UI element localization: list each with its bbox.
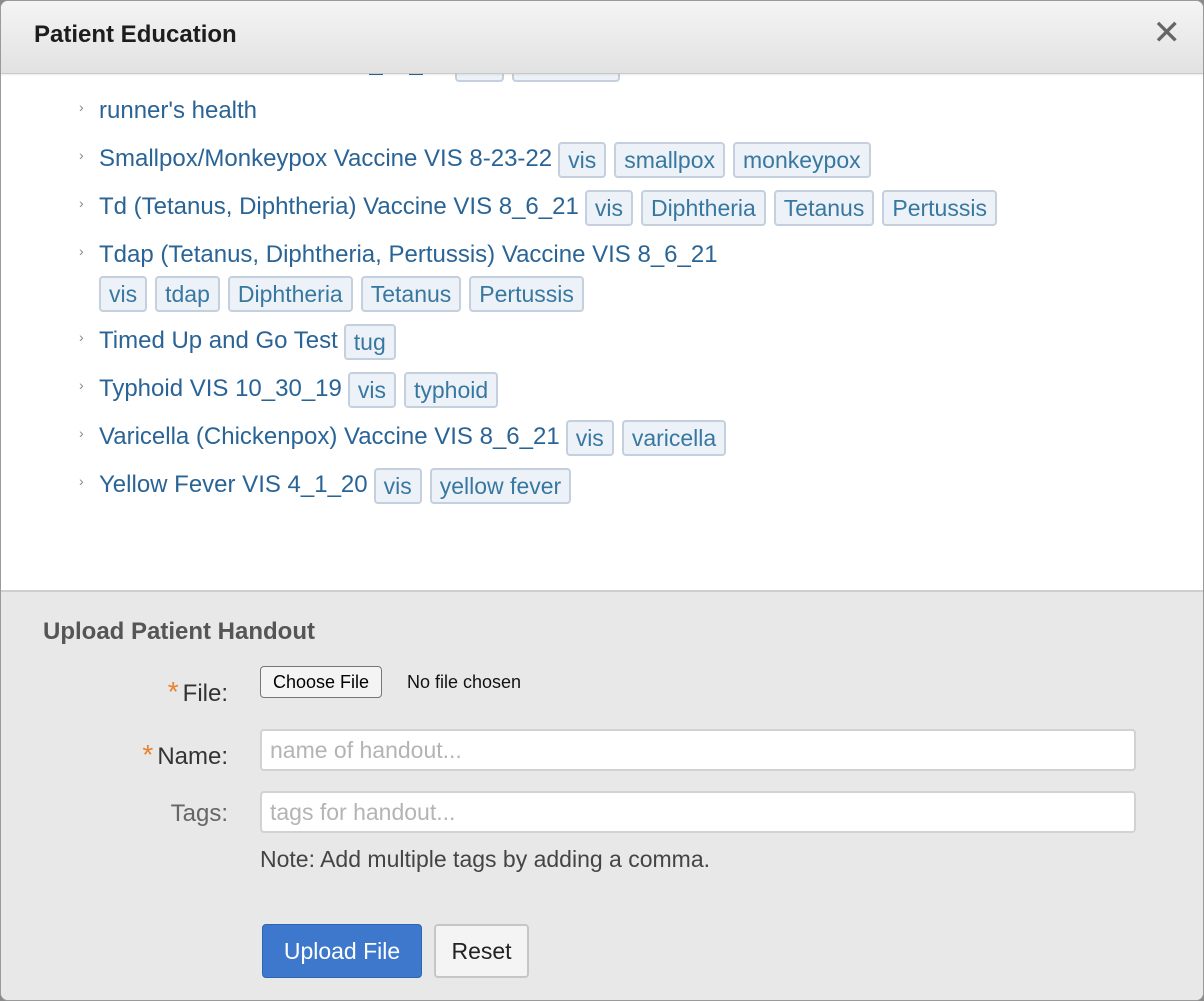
handout-item: › Tdap (Tetanus, Diphtheria, Pertussis) V… <box>79 236 1179 312</box>
handout-tags: vis Diphtheria Tetanus Pertussis <box>584 188 1005 226</box>
tag-badge[interactable]: Tetanus <box>360 275 462 312</box>
handout-tags: vis smallpox monkeypox <box>558 140 879 178</box>
tag-badge[interactable]: Pertussis <box>469 275 584 312</box>
tags-note: Note: Add multiple tags by adding a comm… <box>260 846 711 872</box>
handout-tags: vis varicella <box>565 418 735 456</box>
handout-item: › Varicella (Chickenpox) Vaccine VIS 8_6_… <box>79 418 1179 456</box>
chevron-right-icon[interactable]: › <box>79 462 84 500</box>
modal-header: Patient Education ✕ <box>1 1 1203 74</box>
tag-badge[interactable]: vis <box>99 275 148 312</box>
tag-badge[interactable]: Tetanus <box>773 189 875 226</box>
tag-badge[interactable]: Pertussis <box>882 189 997 226</box>
name-input[interactable] <box>260 729 1136 771</box>
form-title: Upload Patient Handout <box>43 618 315 645</box>
tag-badge[interactable]: vis <box>584 189 633 226</box>
chevron-right-icon[interactable]: › <box>79 318 84 356</box>
handout-tags: vis yellow fever <box>373 466 580 504</box>
chevron-right-icon[interactable]: › <box>79 184 84 222</box>
handout-item: › runner's health <box>79 92 1179 130</box>
tag-badge[interactable]: vis <box>455 74 504 82</box>
name-label: * Name: <box>142 739 228 771</box>
tag-badge[interactable]: smallpox <box>614 141 726 178</box>
handout-tags: vis rotavirus <box>455 74 627 82</box>
tag-badge[interactable]: monkeypox <box>733 141 871 178</box>
handout-title[interactable]: Tdap (Tetanus, Diphtheria, Pertussis) Va… <box>99 241 718 268</box>
file-status: No file chosen <box>407 672 522 692</box>
close-icon[interactable]: ✕ <box>1153 15 1182 51</box>
tag-badge[interactable]: vis <box>373 467 422 504</box>
chevron-right-icon[interactable]: › <box>79 88 84 126</box>
reset-button[interactable]: Reset <box>434 924 529 978</box>
patient-education-modal: Patient Education ✕ › Rotavirus Vaccine V… <box>0 0 1204 1001</box>
chevron-right-icon[interactable]: › <box>79 414 84 452</box>
handout-tags: vis tdap Diphtheria Tetanus Pertussis <box>99 274 592 312</box>
handout-title[interactable]: runner's health <box>99 97 257 124</box>
handout-tags: tug <box>343 322 404 360</box>
handout-item: › Yellow Fever VIS 4_1_20 vis yellow fever <box>79 466 1179 504</box>
upload-file-button[interactable]: Upload File <box>262 924 422 978</box>
handout-title[interactable]: Smallpox/Monkeypox Vaccine VIS 8-23-22 <box>99 145 552 172</box>
file-label: * File: <box>168 676 228 708</box>
handout-list: ›Rotavirus Vaccine VIS 10_15_21visrotavi… <box>79 74 1179 514</box>
chevron-right-icon[interactable]: › <box>79 136 84 174</box>
tags-input[interactable] <box>260 791 1136 833</box>
tag-badge[interactable]: tdap <box>155 275 220 312</box>
tag-badge[interactable]: Diphtheria <box>640 189 766 226</box>
tag-badge[interactable]: varicella <box>621 419 727 456</box>
tag-badge[interactable]: yellow fever <box>429 467 572 504</box>
chevron-right-icon[interactable]: › <box>79 74 84 78</box>
handout-title[interactable]: Varicella (Chickenpox) Vaccine VIS 8_6_2… <box>99 423 560 450</box>
chevron-right-icon[interactable]: › <box>79 366 84 404</box>
handout-tags: vis typhoid <box>347 370 506 408</box>
tag-badge[interactable]: tug <box>343 323 396 360</box>
tags-label: Tags: <box>170 800 228 827</box>
handout-list-scroll[interactable]: ›Rotavirus Vaccine VIS 10_15_21visrotavi… <box>1 74 1203 590</box>
handout-item: › Smallpox/Monkeypox Vaccine VIS 8-23-22 v… <box>79 140 1179 178</box>
handout-title[interactable]: Yellow Fever VIS 4_1_20 <box>99 471 368 498</box>
tag-badge[interactable]: Diphtheria <box>227 275 353 312</box>
tag-badge[interactable]: typhoid <box>403 371 499 408</box>
tag-badge[interactable]: vis <box>558 141 607 178</box>
handout-title[interactable]: Typhoid VIS 10_30_19 <box>99 375 342 402</box>
upload-handout-form: Upload Patient Handout * File: Choose Fil… <box>1 590 1203 1000</box>
choose-file-button[interactable]: Choose File <box>260 666 383 698</box>
required-asterisk: * <box>142 739 154 770</box>
tag-badge[interactable]: vis <box>347 371 396 408</box>
chevron-right-icon[interactable]: › <box>79 232 84 270</box>
handout-title[interactable]: Rotavirus Vaccine VIS 10_15_21 <box>99 74 449 76</box>
handout-item: › Rotavirus Vaccine VIS 10_15_21 vis rotavi… <box>79 74 1179 82</box>
handout-item: › Td (Tetanus, Diphtheria) Vaccine VIS 8_… <box>79 188 1179 226</box>
name-label-text: Name: <box>157 743 228 770</box>
handout-item: › Timed Up and Go Test tug <box>79 322 1179 360</box>
file-label-text: File: <box>182 680 228 707</box>
handout-item: › Typhoid VIS 10_30_19 vis typhoid <box>79 370 1179 408</box>
handout-title[interactable]: Td (Tetanus, Diphtheria) Vaccine VIS 8_6… <box>99 193 579 220</box>
handout-title[interactable]: Timed Up and Go Test <box>99 327 338 354</box>
required-asterisk: * <box>167 676 179 707</box>
tag-badge[interactable]: rotavirus <box>511 74 620 82</box>
modal-title: Patient Education <box>34 21 237 48</box>
tag-badge[interactable]: vis <box>565 419 614 456</box>
